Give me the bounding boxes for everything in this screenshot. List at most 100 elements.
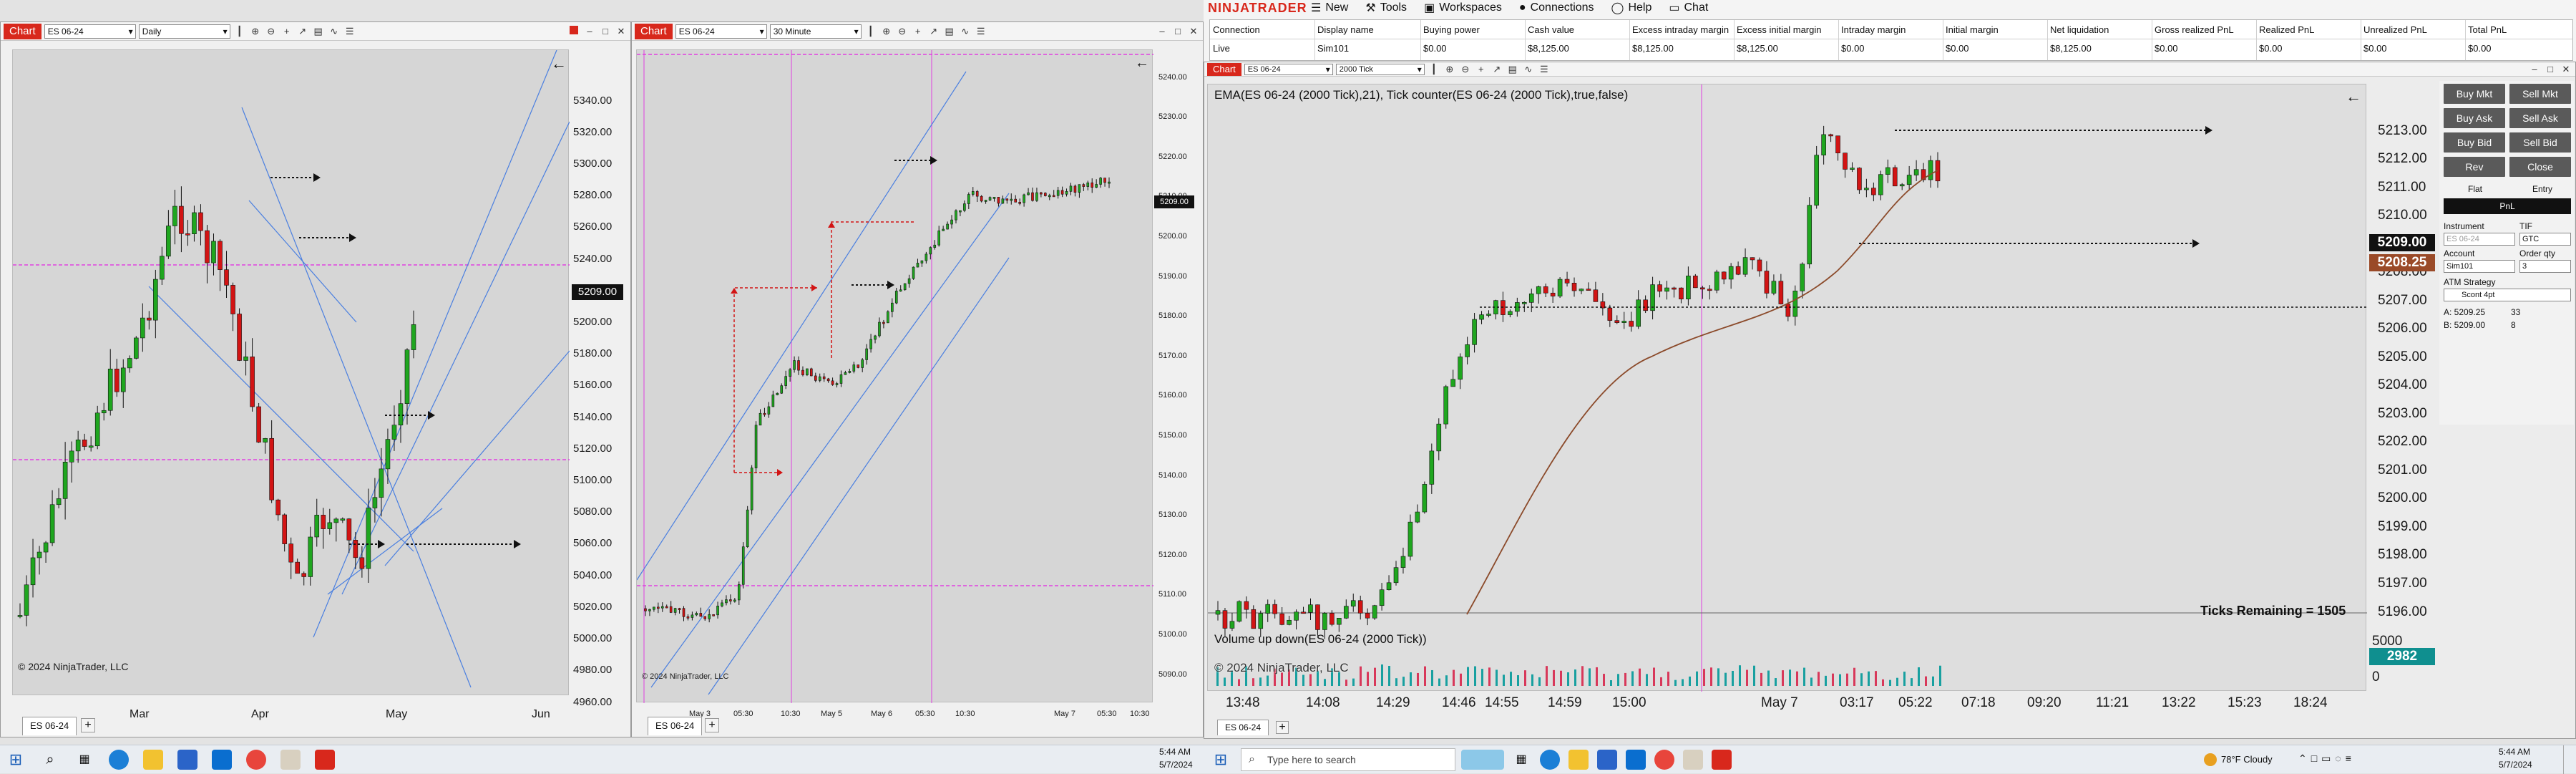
indicators-icon[interactable]: ∿ — [328, 25, 341, 38]
store-icon[interactable] — [177, 750, 197, 770]
search-icon: ⌕ — [1249, 753, 1255, 765]
period-select[interactable]: 2000 Tick — [1335, 63, 1425, 75]
sell-bid-button[interactable]: Sell Bid — [2509, 132, 2571, 153]
bar-type-icon[interactable]: ┃ — [1428, 63, 1440, 76]
indicators-icon[interactable]: ∿ — [959, 25, 972, 38]
zoom-in-icon[interactable]: ⊕ — [880, 25, 893, 38]
tif-select[interactable]: GTC — [2519, 233, 2571, 246]
zoom-in-icon[interactable]: ⊕ — [1443, 63, 1456, 76]
chrome-icon[interactable] — [246, 750, 266, 770]
instrument-select[interactable]: ES 06-24 — [675, 24, 767, 39]
crosshair-icon[interactable]: + — [912, 25, 924, 38]
instrument-select[interactable]: ES 06-24 — [1244, 63, 1333, 75]
bar-type-icon[interactable]: ┃ — [864, 25, 877, 38]
app-icon[interactable] — [1683, 750, 1703, 770]
properties-icon[interactable]: ☰ — [343, 25, 356, 38]
menu-connections[interactable]: Connections — [1531, 1, 1594, 14]
menu-help[interactable]: Help — [1628, 1, 1652, 14]
app-icon[interactable] — [280, 750, 301, 770]
search-icon[interactable]: ⌕ — [40, 750, 60, 770]
buy-ask-button[interactable]: Buy Ask — [2444, 108, 2505, 128]
crosshair-icon[interactable]: + — [280, 25, 293, 38]
sell-ask-button[interactable]: Sell Ask — [2509, 108, 2571, 128]
indicators-icon[interactable]: ∿ — [1522, 63, 1535, 76]
search-box[interactable]: ⌕ Type here to search — [1241, 748, 1455, 771]
properties-icon[interactable]: ☰ — [975, 25, 987, 38]
candle-body — [205, 230, 210, 263]
mail-icon[interactable] — [1626, 750, 1646, 770]
menu-workspaces[interactable]: Workspaces — [1439, 1, 1502, 14]
reverse-button[interactable]: Rev — [2444, 157, 2505, 177]
windows-start-icon[interactable]: ⊞ — [1211, 750, 1231, 770]
period-select[interactable]: Daily — [138, 24, 230, 39]
zoom-out-icon[interactable]: ⊖ — [1459, 63, 1472, 76]
minimize-icon[interactable]: – — [1156, 25, 1169, 38]
chart-tab[interactable]: ES 06-24 — [1217, 720, 1269, 735]
order-qty-stepper[interactable]: 3 — [2519, 260, 2571, 273]
show-desktop-button[interactable] — [2563, 745, 2567, 774]
trend-line — [384, 350, 570, 566]
instrument-select[interactable]: ES 06-24 — [44, 24, 136, 39]
instrument-select[interactable]: ES 06-24 — [2444, 233, 2515, 246]
chart-tab[interactable]: ES 06-24 — [22, 717, 77, 735]
edge-browser-icon[interactable] — [109, 750, 129, 770]
ninjatrader-taskbar-icon[interactable] — [315, 750, 335, 770]
menu-chat[interactable]: Chat — [1684, 1, 1708, 14]
drawing-tools-icon[interactable]: ↗ — [296, 25, 309, 38]
maximize-icon[interactable]: □ — [599, 25, 612, 38]
task-view-icon[interactable]: ▦ — [1511, 750, 1531, 770]
chrome-icon[interactable] — [1654, 750, 1674, 770]
edge-browser-icon[interactable] — [1540, 750, 1560, 770]
candle-body — [56, 498, 62, 505]
drawing-tools-icon[interactable]: ↗ — [1491, 63, 1503, 76]
account-select[interactable]: Sim101 — [2444, 260, 2515, 273]
crosshair-icon[interactable]: + — [1475, 63, 1488, 76]
volume-bar — [1252, 678, 1254, 686]
properties-icon[interactable]: ☰ — [1538, 63, 1551, 76]
store-icon[interactable] — [1597, 750, 1617, 770]
minute-price-panel[interactable]: ← — [636, 49, 1153, 703]
buy-bid-button[interactable]: Buy Bid — [2444, 132, 2505, 153]
ninjatrader-taskbar-icon[interactable] — [1712, 750, 1732, 770]
maximize-icon[interactable]: □ — [1171, 25, 1184, 38]
atm-strategy-select[interactable]: Scont 4pt — [2444, 289, 2571, 301]
price-axis-label: 5203.00 — [2378, 405, 2427, 421]
zoom-out-icon[interactable]: ⊖ — [896, 25, 909, 38]
menu-tools[interactable]: Tools — [1380, 1, 1407, 14]
tick-price-panel[interactable]: ← — [1207, 84, 2367, 692]
close-icon[interactable]: ✕ — [1187, 25, 1200, 38]
task-view-icon[interactable]: ▦ — [74, 750, 94, 770]
minimize-icon[interactable]: – — [583, 25, 596, 38]
strategies-icon[interactable]: ▤ — [943, 25, 956, 38]
weather-icon[interactable] — [2204, 753, 2217, 766]
add-tab-button[interactable]: + — [81, 718, 95, 732]
add-tab-button[interactable]: + — [705, 718, 719, 732]
sell-market-button[interactable]: Sell Mkt — [2509, 84, 2571, 104]
strategies-icon[interactable]: ▤ — [312, 25, 325, 38]
strategies-icon[interactable]: ▤ — [1506, 63, 1519, 76]
volume-bar — [1410, 672, 1412, 686]
daily-price-panel[interactable]: ← — [12, 49, 570, 695]
drawing-tools-icon[interactable]: ↗ — [927, 25, 940, 38]
buy-market-button[interactable]: Buy Mkt — [2444, 84, 2505, 104]
close-position-button[interactable]: Close — [2509, 157, 2571, 177]
system-tray-icons[interactable]: ⌃□▭◌≡ — [2298, 753, 2356, 765]
maximize-icon[interactable]: □ — [2544, 63, 2557, 76]
bar-type-icon[interactable]: ┃ — [233, 25, 246, 38]
period-select[interactable]: 30 Minute — [769, 24, 862, 39]
minimize-icon[interactable]: – — [2528, 63, 2541, 76]
add-tab-button[interactable]: + — [1276, 721, 1289, 734]
zoom-out-icon[interactable]: ⊖ — [265, 25, 278, 38]
mail-icon[interactable] — [212, 750, 232, 770]
link-color-icon[interactable] — [567, 25, 580, 38]
file-explorer-icon[interactable] — [1568, 750, 1589, 770]
chart-tab[interactable]: ES 06-24 — [648, 717, 703, 735]
menu-new[interactable]: New — [1325, 1, 1348, 14]
candle-body — [1082, 184, 1085, 187]
price-axis-label: 5110.00 — [1158, 590, 1186, 599]
close-icon[interactable]: ✕ — [2560, 63, 2572, 76]
windows-start-icon[interactable]: ⊞ — [6, 750, 26, 770]
close-icon[interactable]: ✕ — [615, 25, 628, 38]
file-explorer-icon[interactable] — [143, 750, 163, 770]
zoom-in-icon[interactable]: ⊕ — [249, 25, 262, 38]
